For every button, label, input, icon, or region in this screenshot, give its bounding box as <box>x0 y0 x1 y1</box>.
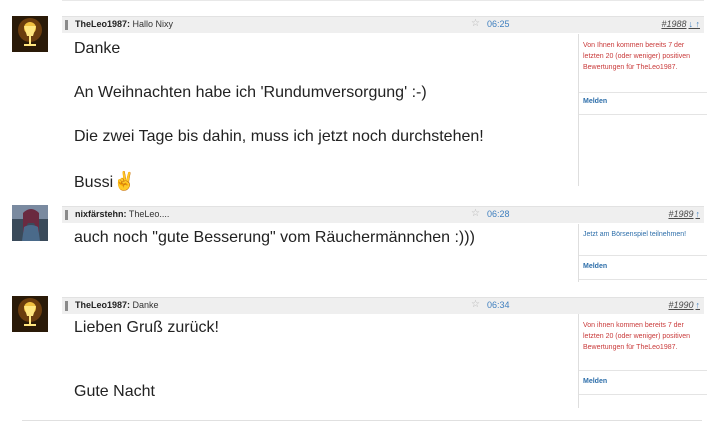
arrow-icon[interactable]: ↑ <box>696 209 701 219</box>
post-header: nixfärstehn: TheLeo.... ☆ 06:28 #1989 ↑ <box>62 206 704 223</box>
star-icon[interactable]: ☆ <box>471 208 480 219</box>
report-link[interactable]: Melden <box>583 378 607 385</box>
sidebar-divider <box>579 279 707 280</box>
sidebar-divider <box>579 114 707 115</box>
avatar-theleo1987[interactable] <box>12 16 48 52</box>
post-body: auch noch "gute Besserung" vom Räuchermä… <box>74 227 475 249</box>
post-text-line: Gute Nacht <box>74 383 155 400</box>
post-sidebar: Von ihnen kommen bereits 7 der letzten 2… <box>578 314 707 408</box>
star-icon[interactable]: ☆ <box>471 299 480 310</box>
post-marker <box>65 20 68 30</box>
post-text-line: auch noch "gute Besserung" vom Räuchermä… <box>74 229 475 246</box>
post-time: 06:28 <box>487 209 510 219</box>
post-text-line: Die zwei Tage bis dahin, muss ich jetzt … <box>74 128 484 145</box>
post-body: Danke An Weihnachten habe ich 'Rundumver… <box>74 38 484 194</box>
post-subject: Danke <box>132 300 159 310</box>
author-name[interactable]: nixfärstehn: <box>75 209 127 219</box>
post-time: 06:25 <box>487 19 510 29</box>
boersenspiel-link[interactable]: Jetzt am Börsenspiel teilnehmen! <box>583 229 705 240</box>
rating-notice: Von Ihnen kommen bereits 7 der letzten 2… <box>583 42 691 71</box>
bottom-divider <box>22 420 702 421</box>
arrow-icon[interactable]: ↑ <box>696 300 701 310</box>
author-name[interactable]: TheLeo1987: <box>75 19 130 29</box>
author-name[interactable]: TheLeo1987: <box>75 300 130 310</box>
post-sidebar: Von Ihnen kommen bereits 7 der letzten 2… <box>578 34 707 186</box>
post-subject: TheLeo.... <box>128 209 170 219</box>
victory-hand-icon: ✌ <box>113 171 136 191</box>
post-subject: Hallo Nixy <box>132 19 174 29</box>
post-header: TheLeo1987: Danke ☆ 06:34 #1990 ↑ <box>62 297 704 314</box>
post-number-link[interactable]: #1989 <box>668 209 693 219</box>
report-link[interactable]: Melden <box>583 98 607 105</box>
post-time: 06:34 <box>487 300 510 310</box>
post-sidebar: Jetzt am Börsenspiel teilnehmen! Melden <box>578 224 707 282</box>
sidebar-divider <box>579 255 707 256</box>
post-text-word: Bussi <box>74 174 114 191</box>
report-link[interactable]: Melden <box>583 263 607 270</box>
avatar-nixfaerstehn[interactable] <box>12 205 48 241</box>
sidebar-divider <box>579 394 707 395</box>
sidebar-divider <box>579 92 707 93</box>
post-marker <box>65 210 68 220</box>
star-icon[interactable]: ☆ <box>471 18 480 29</box>
post-body: Lieben Gruß zurück! Gute Nacht <box>74 317 219 403</box>
post-number-link[interactable]: #1990 <box>668 300 693 310</box>
post-number-link[interactable]: #1988 <box>661 19 686 29</box>
post-text-line: Danke <box>74 40 121 57</box>
sidebar-divider <box>579 370 707 371</box>
post-text-line: Lieben Gruß zurück! <box>74 319 219 336</box>
avatar-theleo1987[interactable] <box>12 296 48 332</box>
rating-notice: Von ihnen kommen bereits 7 der letzten 2… <box>583 322 691 351</box>
top-divider <box>62 0 704 1</box>
post-text-line: Bussi✌ <box>74 170 484 194</box>
post-text-line: An Weihnachten habe ich 'Rundumversorgun… <box>74 84 427 101</box>
arrow-icon[interactable]: ↓ ↑ <box>688 19 700 29</box>
post-marker <box>65 301 68 311</box>
post-header: TheLeo1987: Hallo Nixy ☆ 06:25 #1988 ↓ ↑ <box>62 16 704 33</box>
